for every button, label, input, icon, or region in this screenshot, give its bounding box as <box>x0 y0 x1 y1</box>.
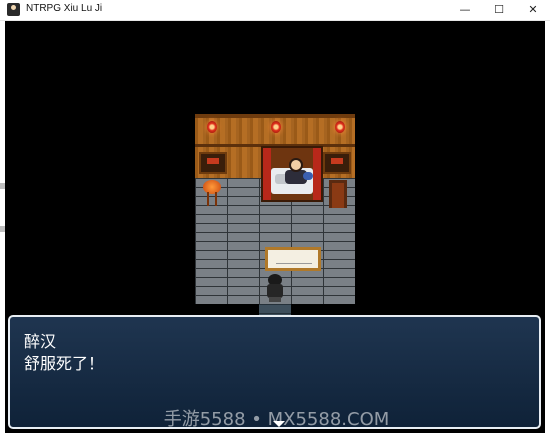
inn-room <box>195 114 355 304</box>
stool-legs <box>207 192 217 206</box>
wooden-chair <box>329 180 347 208</box>
maximize-button[interactable]: ☐ <box>482 0 516 20</box>
calligraphy-sign <box>265 247 321 271</box>
lantern-icon <box>335 121 345 133</box>
drunkard-head <box>289 158 303 172</box>
dialog-box[interactable]: 醉汉 舒服死了！ 手游5588 • MX5588.COM <box>8 315 541 430</box>
sign-brushstrokes <box>276 255 312 264</box>
drunkard-arm <box>303 172 313 180</box>
dialog-text: 舒服死了！ <box>24 354 105 373</box>
app-icon <box>7 3 20 16</box>
player-character <box>266 274 284 302</box>
watermark: 手游5588 • MX5588.COM <box>163 409 390 430</box>
close-button[interactable]: ✕ <box>516 0 550 20</box>
speaker-name: 醉汉 <box>24 332 57 351</box>
lantern-icon <box>271 121 281 133</box>
window-title: NTRPG Xiu Lu Ji <box>26 3 103 14</box>
player-feet <box>269 297 281 302</box>
player-body <box>267 284 283 298</box>
game-canvas[interactable]: 醉汉 舒服死了！ 手游5588 • MX5588.COM <box>5 21 545 433</box>
wall-cabinet <box>323 152 351 174</box>
bed-curtain <box>313 148 321 200</box>
round-stool <box>203 180 221 208</box>
minimize-button[interactable]: — <box>448 0 482 20</box>
continue-arrow-icon[interactable] <box>273 421 285 427</box>
wall-cabinet <box>199 152 227 174</box>
bed <box>261 146 323 202</box>
lantern-icon <box>207 121 217 133</box>
window-titlebar: NTRPG Xiu Lu Ji — ☐ ✕ <box>0 0 550 21</box>
bed-curtain <box>263 148 271 200</box>
